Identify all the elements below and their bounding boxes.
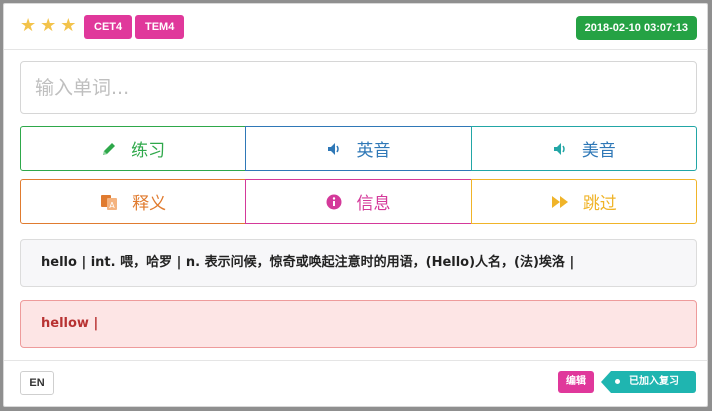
info-button[interactable]: 信息 <box>245 179 472 224</box>
practice-button[interactable]: 练习 <box>20 126 247 171</box>
tag-cet4: CET4 <box>84 15 133 39</box>
word-input[interactable] <box>20 61 697 114</box>
tag-tem4: TEM4 <box>135 15 185 39</box>
star-icon: ★ <box>60 15 77 36</box>
practice-label: 练习 <box>131 141 166 161</box>
language-toggle[interactable]: EN <box>20 371 54 395</box>
uk-label: 英音 <box>356 141 391 161</box>
action-row-2: A 释义 信息 跳过 <box>20 179 697 224</box>
difficulty-stars: ★ ★ ★ <box>20 16 76 36</box>
action-row-1: 练习 英音 美音 <box>20 126 697 171</box>
speaker-icon <box>552 141 568 157</box>
app-window: ★ ★ ★ CET4 TEM4 2018-02-10 03:07:13 练习 英… <box>3 3 708 407</box>
info-icon <box>326 194 342 210</box>
speaker-icon <box>326 141 342 157</box>
header-bar: ★ ★ ★ CET4 TEM4 2018-02-10 03:07:13 <box>4 4 707 50</box>
meaning-button[interactable]: A 释义 <box>20 179 247 224</box>
review-status-tag: 已加入复习 <box>601 371 696 393</box>
edit-button[interactable]: 编辑 <box>558 371 594 393</box>
datetime-badge: 2018-02-10 03:07:13 <box>575 16 697 40</box>
wrong-answer-panel: hellow | <box>20 300 697 348</box>
dot-icon <box>615 379 620 384</box>
skip-label: 跳过 <box>582 194 617 214</box>
review-status-label: 已加入复习 <box>629 376 679 387</box>
info-label: 信息 <box>356 194 391 214</box>
us-label: 美音 <box>581 141 616 161</box>
meaning-panel: hello | int. 喂，哈罗 | n. 表示问候，惊奇或唤起注意时的用语，… <box>20 239 697 287</box>
us-pronounce-button[interactable]: 美音 <box>470 126 697 171</box>
star-icon: ★ <box>20 15 37 36</box>
skip-button[interactable]: 跳过 <box>470 179 697 224</box>
svg-text:A: A <box>109 201 115 210</box>
footer-bar: EN 编辑 已加入复习 <box>4 360 707 407</box>
star-icon: ★ <box>40 15 57 36</box>
meaning-label: 释义 <box>132 194 167 214</box>
pencil-icon <box>101 141 117 157</box>
uk-pronounce-button[interactable]: 英音 <box>245 126 472 171</box>
fast-forward-icon <box>551 195 569 209</box>
translate-icon: A <box>100 193 118 211</box>
